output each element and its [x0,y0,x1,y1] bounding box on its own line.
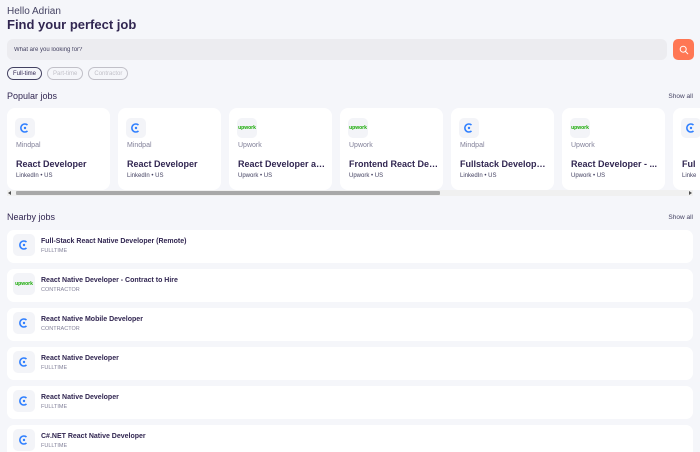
nearby-job-item[interactable]: React Native Developer FULLTIME [7,386,693,419]
job-type: FULLTIME [41,248,68,254]
popular-job-card[interactable]: upwork Upwork Frontend React Dev... Upwo… [340,108,443,190]
nearby-job-item[interactable]: React Native Developer FULLTIME [7,347,693,380]
mindpal-logo [13,351,35,373]
greeting: Hello Adrian [7,6,61,17]
job-title: React Native Mobile Developer [41,316,143,323]
upwork-logo: upwork [237,118,257,138]
scroll-thumb[interactable] [16,191,440,195]
scroll-left-icon[interactable] [8,191,11,195]
popular-job-card[interactable]: Mindpal Fullstack Developer... LinkedIn … [451,108,554,190]
card-company: Upwork [349,142,373,149]
card-meta: Upwork • US [238,173,273,179]
job-type: CONTRACTOR [41,326,80,332]
card-title: React Developer [16,159,87,169]
card-title: Ful [682,159,696,169]
popular-job-card[interactable]: upwork Upwork React Developer an... Upwo… [229,108,332,190]
job-title: React Native Developer - Contract to Hir… [41,277,178,284]
card-meta: LinkedIn • US [460,173,497,179]
card-company: Upwork [571,142,595,149]
job-title: C#.NET React Native Developer [41,433,146,440]
card-meta: Upwork • US [349,173,384,179]
job-title: React Native Developer [41,394,119,401]
popular-job-card[interactable]: upwork Upwork React Developer - ... Upwo… [562,108,665,190]
card-company: Upwork [238,142,262,149]
tab-part-time[interactable]: Part-time [47,67,84,80]
card-meta: Linke [682,173,697,179]
card-meta: LinkedIn • US [127,173,164,179]
mindpal-logo [15,118,35,138]
popular-jobs-carousel[interactable]: Mindpal React Developer LinkedIn • US Mi… [7,108,700,190]
card-title: React Developer - ... [571,159,658,169]
popular-job-card[interactable]: Ful Linke [673,108,700,190]
job-title: React Native Developer [41,355,119,362]
card-title: React Developer [127,159,198,169]
card-company: Mindpal [127,142,152,149]
mindpal-logo [13,312,35,334]
search-icon [679,45,688,54]
popular-job-card[interactable]: Mindpal React Developer LinkedIn • US [7,108,110,190]
job-type: CONTRACTOR [41,287,80,293]
card-company: Mindpal [16,142,41,149]
tab-contractor[interactable]: Contractor [88,67,129,80]
nearby-job-item[interactable]: C#.NET React Native Developer FULLTIME [7,425,693,452]
nearby-show-all-link[interactable]: Show all [668,214,693,221]
upwork-logo: upwork [13,273,35,295]
upwork-logo: upwork [570,118,590,138]
mindpal-logo [126,118,146,138]
scroll-right-icon[interactable] [689,191,692,195]
nearby-job-item[interactable]: upwork React Native Developer - Contract… [7,269,693,302]
popular-job-card[interactable]: Mindpal React Developer LinkedIn • US [118,108,221,190]
card-title: React Developer an... [238,159,328,169]
nearby-job-item[interactable]: Full-Stack React Native Developer (Remot… [7,230,693,263]
search-bar [7,39,667,60]
upwork-logo: upwork [348,118,368,138]
nearby-job-item[interactable]: React Native Mobile Developer CONTRACTOR [7,308,693,341]
mindpal-logo [681,118,700,138]
mindpal-logo [459,118,479,138]
mindpal-logo [13,234,35,256]
page-title: Find your perfect job [7,17,137,32]
card-title: Fullstack Developer... [460,159,550,169]
job-type: FULLTIME [41,365,68,371]
card-meta: Upwork • US [571,173,606,179]
search-button[interactable] [673,39,694,60]
popular-jobs-heading: Popular jobs [7,91,58,101]
mindpal-logo [13,390,35,412]
search-input[interactable] [7,39,667,60]
card-company: Mindpal [460,142,485,149]
nearby-jobs-heading: Nearby jobs [7,212,56,222]
card-title: Frontend React Dev... [349,159,439,169]
job-type: FULLTIME [41,404,68,410]
job-type-tabs: Full-time Part-time Contractor [7,67,129,80]
popular-show-all-link[interactable]: Show all [668,93,693,100]
mindpal-logo [13,429,35,451]
job-title: Full-Stack React Native Developer (Remot… [41,238,187,245]
horizontal-scrollbar[interactable] [7,190,693,196]
card-meta: LinkedIn • US [16,173,53,179]
tab-full-time[interactable]: Full-time [7,67,43,80]
job-type: FULLTIME [41,443,68,449]
